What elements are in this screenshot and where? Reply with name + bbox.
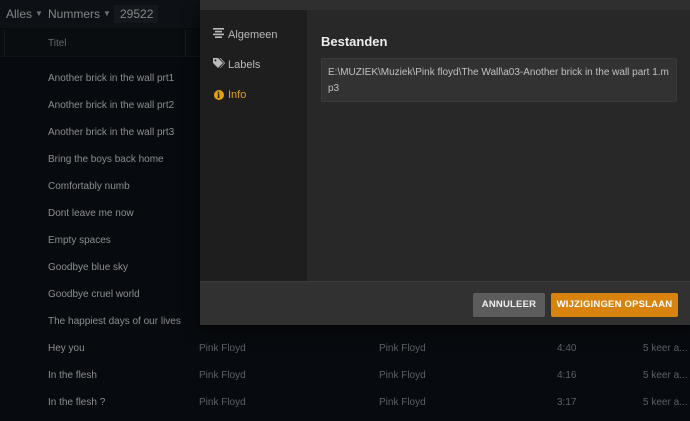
sidebar-item-info[interactable]: i Info xyxy=(212,87,246,103)
sidebar-item-label: Labels xyxy=(228,59,261,71)
dialog-header-strip xyxy=(200,0,690,10)
edit-track-dialog: Algemeen Labels i Info Bestanden E:\MUZIE… xyxy=(200,0,690,325)
sidebar-item-labels[interactable]: Labels xyxy=(212,57,260,73)
dialog-sidebar: Algemeen Labels i Info xyxy=(200,10,307,281)
sidebar-item-label: Info xyxy=(228,89,247,101)
tags-icon xyxy=(212,58,225,74)
cancel-button[interactable]: ANNULEER xyxy=(473,293,545,317)
sidebar-item-general[interactable]: Algemeen xyxy=(212,27,278,43)
sidebar-item-label: Algemeen xyxy=(228,29,278,41)
align-center-icon xyxy=(212,28,225,44)
info-circle-icon: i xyxy=(212,88,225,104)
files-heading: Bestanden xyxy=(321,34,388,49)
save-changes-button[interactable]: WIJZIGINGEN OPSLAAN xyxy=(551,293,678,317)
dialog-content: Bestanden E:\MUZIEK\Muziek\Pink floyd\Th… xyxy=(307,10,690,281)
file-path-box: E:\MUZIEK\Muziek\Pink floyd\The Wall\a03… xyxy=(321,58,677,102)
dialog-footer: ANNULEER WIJZIGINGEN OPSLAAN xyxy=(200,281,690,325)
